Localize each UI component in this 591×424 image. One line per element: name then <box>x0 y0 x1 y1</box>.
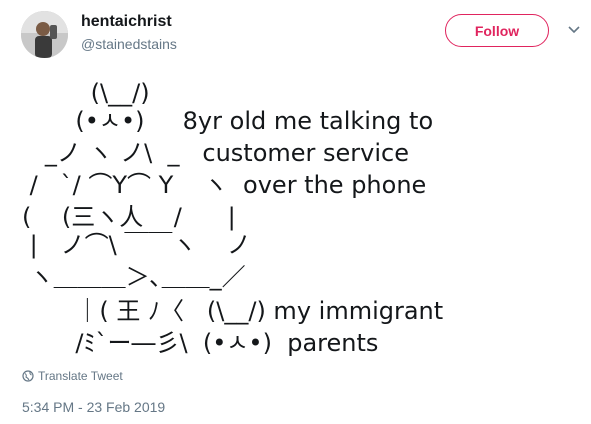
follow-button[interactable]: Follow <box>445 14 549 47</box>
tweet-line: ヽ＿＿＿＞､＿＿_／ <box>22 263 246 291</box>
chevron-down-icon[interactable] <box>567 25 581 35</box>
translate-tweet-link[interactable]: Translate Tweet <box>22 369 123 383</box>
tweet-line: (•ㅅ•) 8yr old me talking to <box>22 107 434 135</box>
tweet-line: | ノ⌒\ ￣￣ヽ ノ <box>22 231 251 259</box>
tweet-line: ｜( 王 ﾉ〈 (\__/) my immigrant <box>22 297 444 325</box>
tweet-line: ( (三ヽ人 / | <box>22 203 236 231</box>
display-name[interactable]: hentaichrist <box>81 12 172 32</box>
tweet-line: /ﾐ`ー―彡\ (•ㅅ•) parents <box>22 329 379 357</box>
avatar[interactable] <box>21 11 68 58</box>
user-handle[interactable]: @stainedstains <box>81 35 177 53</box>
translate-label: Translate Tweet <box>38 369 123 383</box>
globe-icon <box>22 370 34 382</box>
tweet-timestamp[interactable]: 5:34 PM - 23 Feb 2019 <box>22 399 165 415</box>
tweet-line: _ノ ヽ ノ\ _ customer service <box>22 139 409 167</box>
avatar-image <box>21 11 68 58</box>
tweet-line: (\__/) <box>22 79 150 107</box>
tweet-line: / `/ ⌒Y⌒ Y ヽ over the phone <box>22 171 427 199</box>
